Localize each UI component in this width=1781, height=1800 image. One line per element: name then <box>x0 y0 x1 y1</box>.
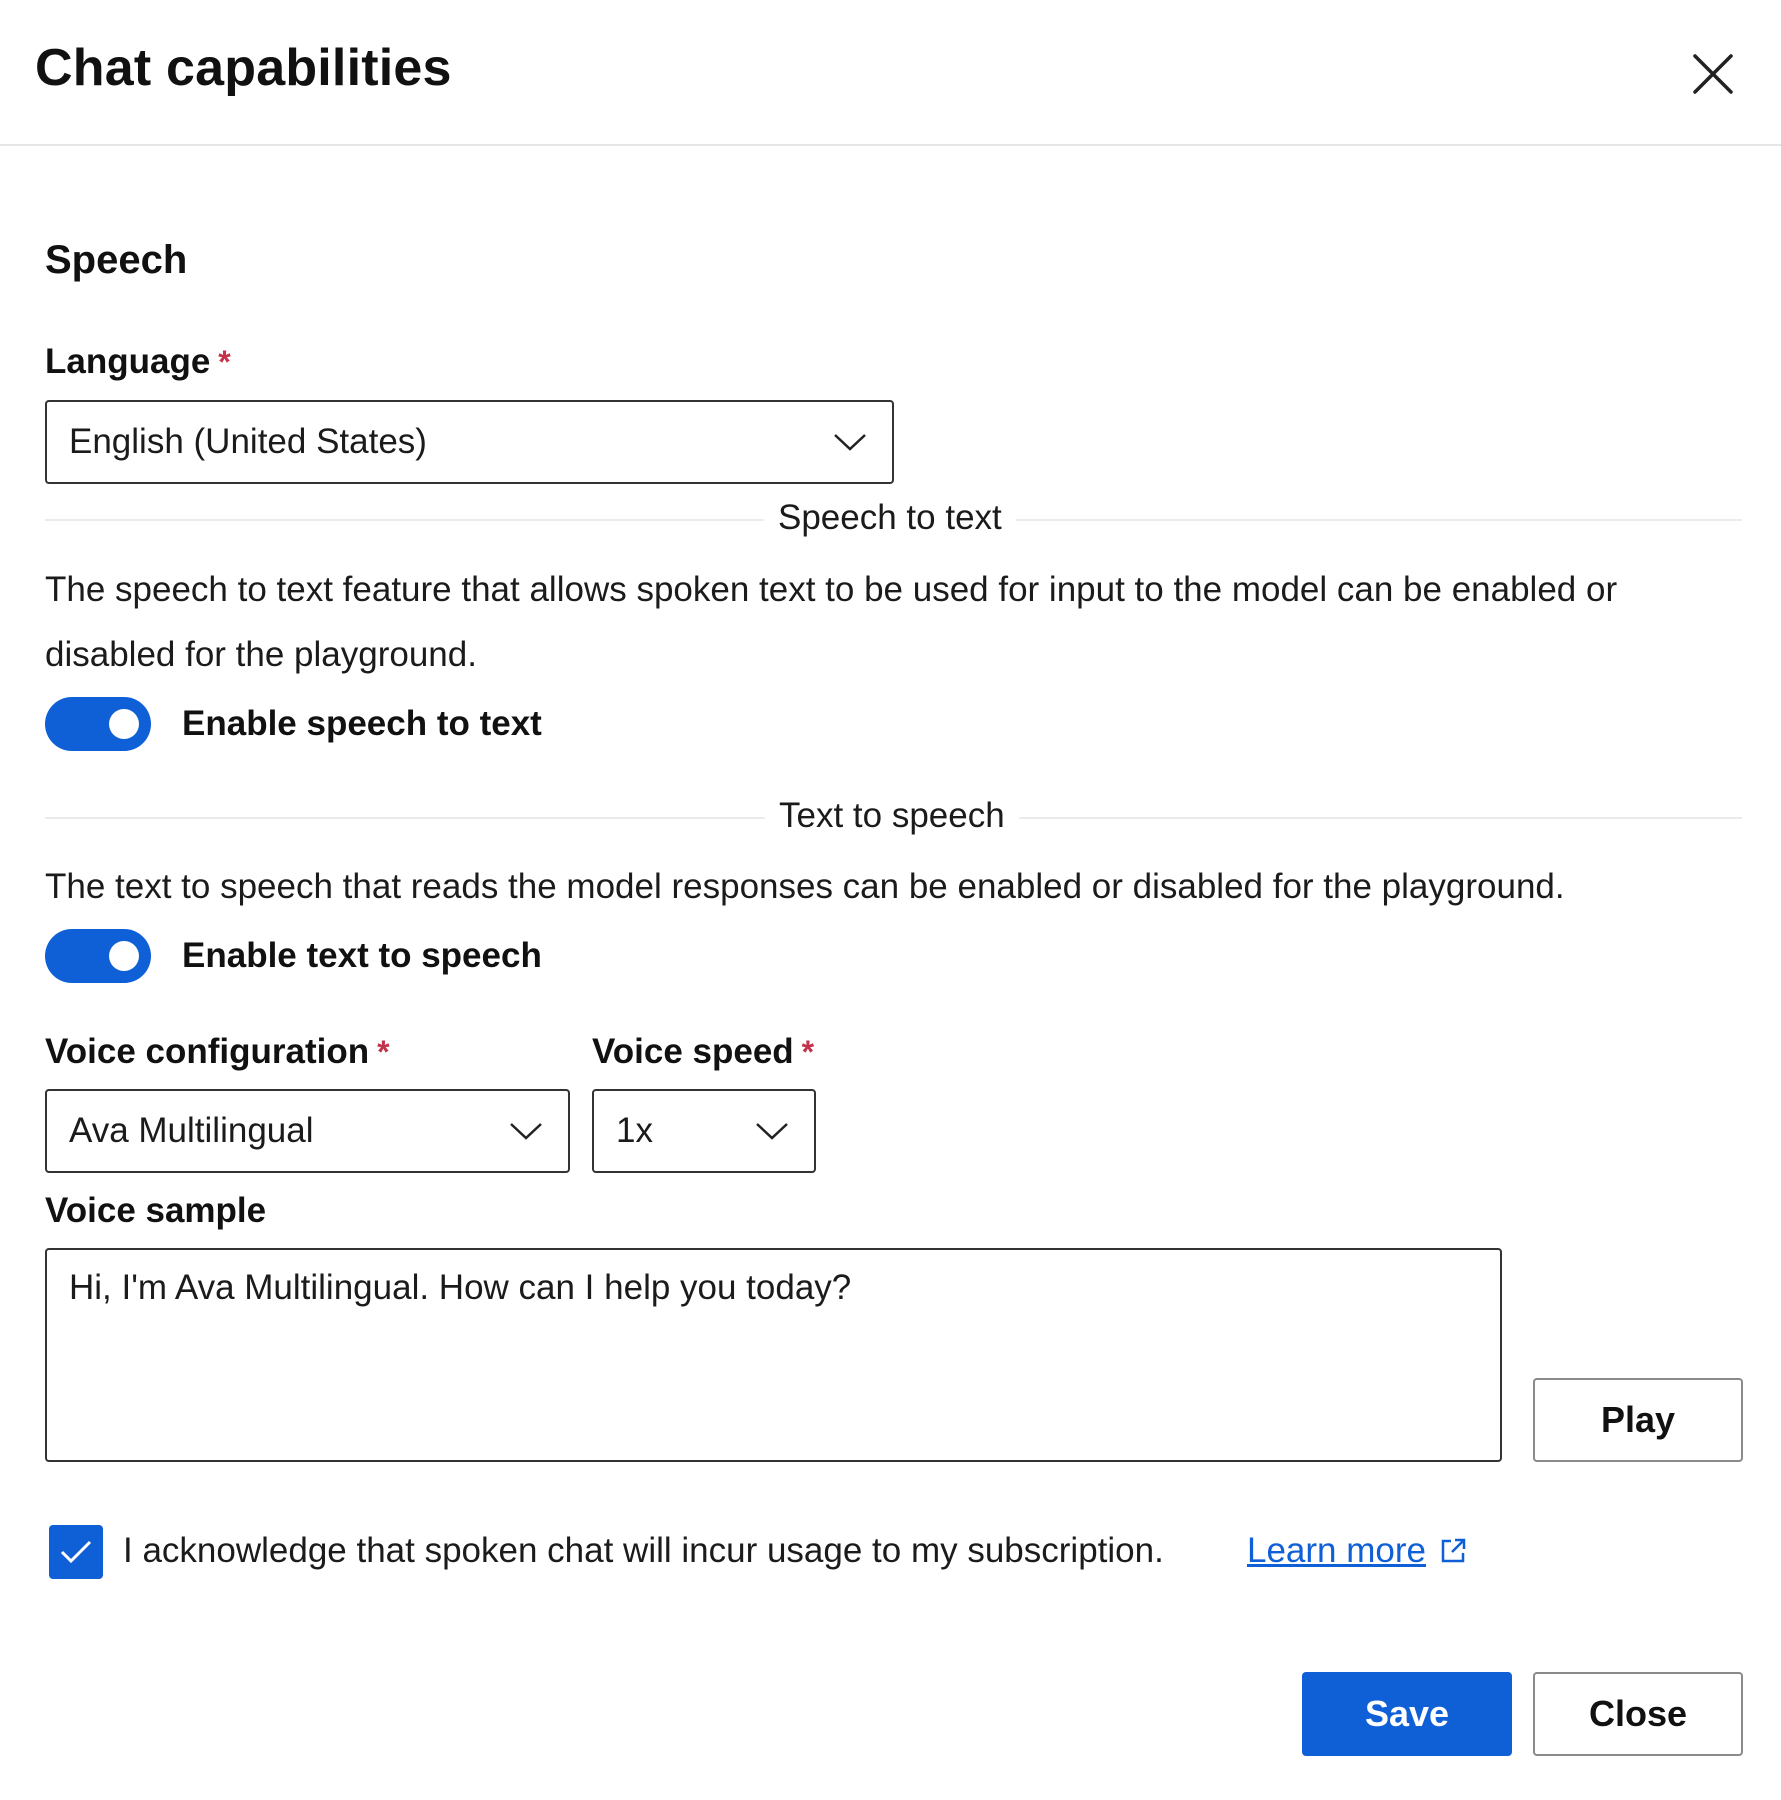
external-link-icon <box>1441 1538 1466 1563</box>
speech-to-text-description: The speech to text feature that allows s… <box>45 570 1618 674</box>
toggle-knob <box>109 709 139 739</box>
chevron-down-icon <box>510 1123 542 1140</box>
voice-configuration-label-text: Voice configuration <box>45 1032 370 1071</box>
chat-capabilities-dialog: Chat capabilities Speech Language * Engli… <box>0 0 1781 1800</box>
voice-speed-label-text: Voice speed <box>592 1032 794 1071</box>
language-select-value: English (United States) <box>69 422 427 461</box>
voice-sample-textarea[interactable]: Hi, I'm Ava Multilingual. How can I help… <box>45 1248 1502 1462</box>
text-to-speech-description: The text to speech that reads the model … <box>45 867 1565 906</box>
learn-more-link[interactable]: Learn more <box>1247 1531 1468 1571</box>
learn-more-link-text: Learn more <box>1247 1531 1426 1570</box>
text-to-speech-divider-label: Text to speech <box>765 796 1019 836</box>
voice-speed-label: Voice speed * <box>592 1032 814 1072</box>
toggle-knob <box>109 941 139 971</box>
speech-to-text-toggle-label: Enable speech to text <box>182 704 542 743</box>
close-button[interactable]: Close <box>1533 1672 1743 1756</box>
speech-to-text-divider-label: Speech to text <box>764 498 1016 538</box>
voice-configuration-value: Ava Multilingual <box>69 1111 314 1150</box>
close-icon <box>1693 54 1733 94</box>
play-button[interactable]: Play <box>1533 1378 1743 1462</box>
required-marker: * <box>801 1034 815 1070</box>
language-label: Language * <box>45 342 231 382</box>
voice-configuration-select[interactable]: Ava Multilingual <box>45 1089 570 1173</box>
section-title-speech: Speech <box>45 238 188 282</box>
voice-speed-value: 1x <box>616 1111 653 1150</box>
voice-configuration-label: Voice configuration * <box>45 1032 390 1072</box>
close-dialog-button[interactable] <box>1685 46 1741 102</box>
required-marker: * <box>377 1034 390 1070</box>
required-marker: * <box>218 344 231 380</box>
text-to-speech-toggle[interactable] <box>45 929 151 983</box>
language-label-text: Language <box>45 342 211 381</box>
acknowledge-text: I acknowledge that spoken chat will incu… <box>123 1531 1164 1570</box>
speech-to-text-toggle[interactable] <box>45 697 151 751</box>
checkmark-icon <box>60 1540 92 1564</box>
chevron-down-icon <box>756 1123 788 1140</box>
chevron-down-icon <box>834 434 866 451</box>
acknowledge-checkbox[interactable] <box>49 1525 103 1579</box>
language-select[interactable]: English (United States) <box>45 400 894 484</box>
text-to-speech-toggle-label: Enable text to speech <box>182 936 542 975</box>
voice-sample-label: Voice sample <box>45 1191 267 1230</box>
dialog-title: Chat capabilities <box>35 39 452 97</box>
header-divider <box>0 144 1781 146</box>
voice-speed-select[interactable]: 1x <box>592 1089 816 1173</box>
save-button[interactable]: Save <box>1302 1672 1512 1756</box>
